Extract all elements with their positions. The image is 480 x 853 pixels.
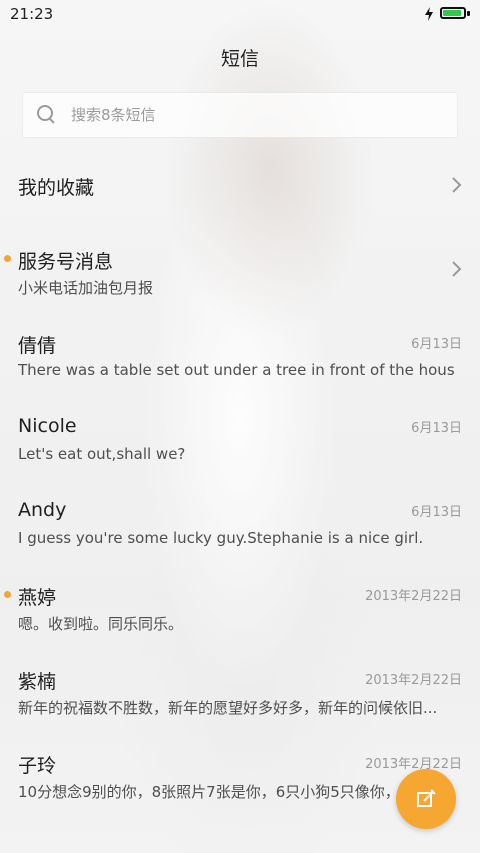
unread-dot: [4, 591, 11, 598]
message-preview: 新年的祝福数不胜数，新年的愿望好多好多，新年的问候依旧...: [18, 699, 438, 717]
message-preview: I guess you're some lucky guy.Stephanie …: [18, 529, 424, 547]
page-title: 短信: [220, 48, 259, 70]
status-bar: 21:23: [0, 0, 480, 28]
chevron-right-icon: [452, 261, 462, 277]
message-time: 2013年2月22日: [365, 589, 462, 604]
contact-name: Nicole: [18, 415, 77, 437]
compose-icon: [417, 789, 436, 807]
message-time: 2013年2月22日: [365, 757, 462, 772]
list-item-conversation[interactable]: 倩倩 6月13日 There was a table set out under…: [0, 313, 480, 397]
status-icons: [424, 7, 470, 21]
search-input[interactable]: [69, 105, 433, 125]
list-item-favorites[interactable]: 我的收藏: [0, 145, 480, 229]
message-time: 2013年2月22日: [365, 673, 462, 688]
item-title: 我的收藏: [18, 177, 95, 199]
conversation-list: 我的收藏 服务号消息 小米电话加油包月报 倩倩 6月13日 There was …: [0, 145, 480, 817]
battery-icon: [440, 7, 470, 21]
list-item-conversation[interactable]: 燕婷 2013年2月22日 嗯。收到啦。同乐同乐。: [0, 565, 480, 649]
contact-name: 倩倩: [18, 335, 57, 357]
message-preview: Let's eat out,shall we?: [18, 445, 186, 463]
chevron-right-icon: [452, 177, 462, 193]
message-time: 6月13日: [411, 505, 462, 520]
message-time: 6月13日: [411, 337, 462, 352]
message-preview: 嗯。收到啦。同乐同乐。: [18, 615, 184, 633]
list-item-conversation[interactable]: Nicole 6月13日 Let's eat out,shall we?: [0, 397, 480, 481]
message-preview: There was a table set out under a tree i…: [18, 361, 455, 379]
item-title: 服务号消息: [18, 251, 114, 273]
item-preview: 小米电话加油包月报: [18, 279, 154, 297]
search-bar[interactable]: [22, 92, 458, 138]
list-item-service-messages[interactable]: 服务号消息 小米电话加油包月报: [0, 229, 480, 313]
compose-button[interactable]: [396, 769, 456, 829]
charging-bolt-icon: [425, 7, 433, 21]
contact-name: 紫楠: [18, 671, 57, 693]
contact-name: 子玲: [18, 755, 57, 777]
message-preview: 10分想念9别的你，8张照片7张是你，6只小狗5只像你，: [18, 783, 400, 801]
contact-name: Andy: [18, 499, 67, 521]
search-icon: [37, 105, 57, 125]
contact-name: 燕婷: [18, 587, 57, 609]
unread-dot: [4, 255, 11, 262]
message-time: 6月13日: [411, 421, 462, 436]
list-item-conversation[interactable]: Andy 6月13日 I guess you're some lucky guy…: [0, 481, 480, 565]
list-item-conversation[interactable]: 紫楠 2013年2月22日 新年的祝福数不胜数，新年的愿望好多好多，新年的问候依…: [0, 649, 480, 733]
status-time: 21:23: [10, 5, 54, 23]
